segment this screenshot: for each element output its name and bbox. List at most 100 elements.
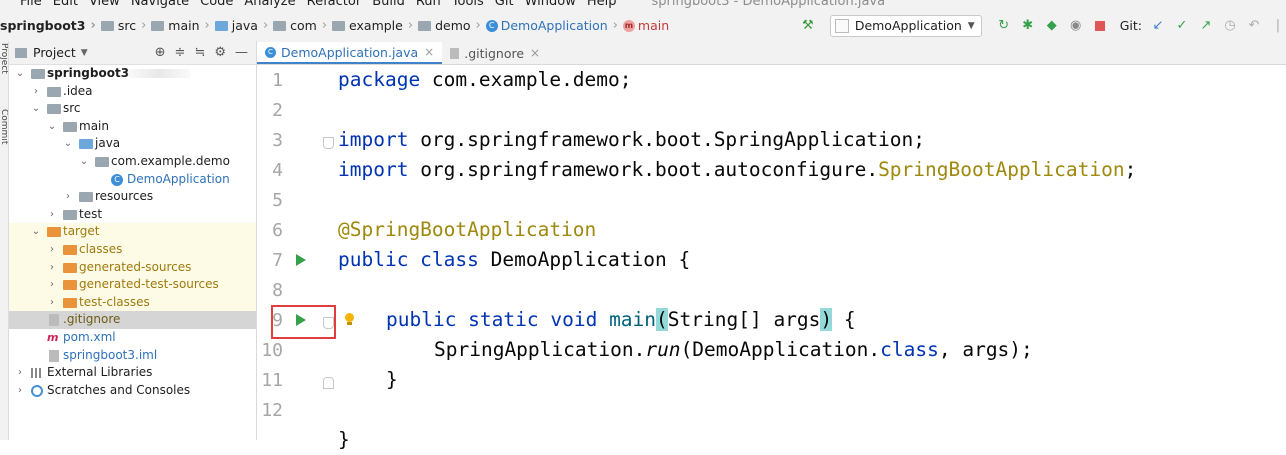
git-update-icon[interactable]: ↙ bbox=[1150, 18, 1166, 34]
profile-icon[interactable]: ◉ bbox=[1068, 18, 1084, 34]
code-area[interactable]: package com.example.demo; import org.spr… bbox=[338, 65, 1286, 451]
stop-icon[interactable] bbox=[1092, 18, 1108, 34]
menu-tools[interactable]: Tools bbox=[452, 0, 484, 9]
expand-all-icon[interactable]: ≑ bbox=[175, 45, 186, 60]
chevron-right-icon[interactable]: › bbox=[15, 364, 25, 382]
fold-icon[interactable] bbox=[323, 137, 334, 149]
toolbar-right: ⚒ DemoApplication ▼ ↻ ✱ ◆ ◉ Git: ↙ ✓ ↗ ◷… bbox=[796, 10, 1286, 41]
chevron-down-icon[interactable]: ⌄ bbox=[31, 223, 41, 241]
chevron-right-icon[interactable]: › bbox=[47, 259, 57, 277]
tree-item-iml[interactable]: springboot3.iml bbox=[9, 347, 256, 365]
git-commit-icon[interactable]: ✓ bbox=[1174, 18, 1190, 34]
menu-window[interactable]: Window bbox=[525, 0, 576, 9]
locate-icon[interactable]: ⊕ bbox=[155, 45, 166, 60]
run-class-icon[interactable] bbox=[296, 254, 306, 266]
crumb-java[interactable]: java › bbox=[214, 18, 273, 33]
tree-item-generated-test-sources[interactable]: › generated-test-sources bbox=[9, 276, 256, 294]
tree-item-springboot3[interactable]: ⌄ springboot3 bbox=[9, 65, 256, 83]
tree-item-generated-sources[interactable]: › generated-sources bbox=[9, 258, 256, 277]
tree-item-target[interactable]: ⌄ target bbox=[9, 223, 256, 241]
tree-label: generated-test-sources bbox=[79, 277, 219, 292]
menu-git[interactable]: Git bbox=[495, 0, 514, 9]
close-icon[interactable]: × bbox=[530, 46, 540, 60]
line-number: 11 bbox=[261, 370, 283, 391]
tree-item-pom[interactable]: m pom.xml bbox=[9, 329, 256, 347]
tree-item-src[interactable]: ⌄ src bbox=[9, 100, 256, 118]
tree-item-test[interactable]: › test bbox=[9, 206, 256, 224]
tree-item-test-classes[interactable]: › test-classes bbox=[9, 293, 256, 312]
tree-item-gitignore[interactable]: .gitignore bbox=[9, 311, 256, 329]
menu-navigate[interactable]: Navigate bbox=[131, 0, 189, 9]
excluded-folder-icon bbox=[63, 244, 77, 255]
tree-label: com.example.demo bbox=[111, 153, 230, 168]
rollback-icon[interactable]: ↶ bbox=[1246, 18, 1262, 34]
scratches-icon bbox=[31, 384, 43, 397]
chevron-right-icon[interactable]: › bbox=[47, 294, 57, 312]
line-number: 4 bbox=[272, 160, 283, 181]
tree-item-resources[interactable]: › resources bbox=[9, 188, 256, 206]
tree-item-java[interactable]: ⌄ java bbox=[9, 135, 256, 153]
commit-tool-tab[interactable]: Commit bbox=[0, 109, 8, 144]
menu-help[interactable]: Help bbox=[587, 0, 617, 9]
chevron-down-icon[interactable]: ⌄ bbox=[15, 65, 25, 83]
debug-icon[interactable]: ✱ bbox=[1020, 18, 1036, 34]
chevron-right-icon[interactable]: › bbox=[47, 206, 57, 224]
chevron-right-icon[interactable]: › bbox=[63, 188, 73, 206]
highlight-box bbox=[271, 305, 336, 339]
chevron-right-icon[interactable]: › bbox=[15, 382, 25, 400]
chevron-right-icon[interactable]: › bbox=[47, 276, 57, 294]
project-panel-title[interactable]: Project bbox=[33, 45, 76, 60]
crumb-project[interactable]: springboot3 › bbox=[0, 18, 101, 33]
tree-item-scratches[interactable]: › Scratches and Consoles bbox=[9, 382, 256, 400]
chevron-right-icon[interactable]: › bbox=[47, 241, 57, 259]
coverage-icon[interactable]: ◆ bbox=[1044, 18, 1060, 34]
crumb-main[interactable]: main › bbox=[151, 18, 214, 33]
chevron-down-icon[interactable]: ▼ bbox=[81, 48, 88, 58]
chevron-down-icon[interactable]: ⌄ bbox=[63, 135, 73, 153]
run-configuration-dropdown[interactable]: DemoApplication ▼ bbox=[829, 14, 982, 37]
chevron-right-icon[interactable]: › bbox=[31, 83, 41, 101]
crumb-method[interactable]: m main bbox=[622, 18, 669, 33]
tree-item-main[interactable]: ⌄ main bbox=[9, 118, 256, 136]
tree-item-classes[interactable]: › classes bbox=[9, 240, 256, 259]
menu-code[interactable]: Code bbox=[200, 0, 233, 9]
tab-label: DemoApplication.java bbox=[281, 44, 419, 60]
menu-view[interactable]: View bbox=[89, 0, 120, 9]
project-panel-header: Project ▼ ⊕ ≑ ≒ ⚙ — bbox=[9, 41, 256, 65]
tab-gitignore[interactable]: .gitignore × bbox=[442, 42, 548, 64]
menu-edit[interactable]: Edit bbox=[53, 0, 78, 9]
menu-run[interactable]: Run bbox=[416, 0, 441, 9]
hide-icon[interactable]: — bbox=[235, 45, 248, 60]
git-push-icon[interactable]: ↗ bbox=[1198, 18, 1214, 34]
more-icon[interactable]: | bbox=[1270, 18, 1286, 34]
crumb-src[interactable]: src › bbox=[100, 18, 151, 33]
menu-refactor[interactable]: Refactor bbox=[307, 0, 362, 9]
history-icon[interactable]: ◷ bbox=[1222, 18, 1238, 34]
tree-item-external-libraries[interactable]: › External Libraries bbox=[9, 364, 256, 382]
tree-label: resources bbox=[95, 189, 154, 204]
tree-item-idea[interactable]: › .idea bbox=[9, 83, 256, 101]
crumb-class[interactable]: C DemoApplication › bbox=[485, 18, 623, 33]
excluded-folder-icon bbox=[63, 280, 77, 291]
tree-item-package[interactable]: ⌄ com.example.demo bbox=[9, 153, 256, 171]
chevron-down-icon[interactable]: ⌄ bbox=[79, 153, 89, 171]
close-icon[interactable]: × bbox=[424, 45, 434, 59]
menu-build[interactable]: Build bbox=[372, 0, 405, 9]
hammer-build-icon[interactable]: ⚒ bbox=[800, 18, 816, 34]
crumb-example[interactable]: example › bbox=[332, 18, 418, 33]
tree-item-demoapplication[interactable]: C DemoApplication bbox=[9, 171, 256, 189]
tree-label: src bbox=[63, 101, 81, 116]
fold-icon[interactable] bbox=[323, 377, 334, 389]
gear-icon[interactable]: ⚙ bbox=[214, 45, 226, 60]
tab-demoapplication[interactable]: C DemoApplication.java × bbox=[257, 42, 443, 64]
menu-analyze[interactable]: Analyze bbox=[244, 0, 295, 9]
collapse-all-icon[interactable]: ≒ bbox=[194, 45, 205, 60]
chevron-down-icon[interactable]: ⌄ bbox=[31, 100, 41, 118]
chevron-down-icon[interactable]: ⌄ bbox=[47, 118, 57, 136]
crumb-demo[interactable]: demo › bbox=[418, 18, 486, 33]
menu-file[interactable]: File bbox=[20, 0, 42, 9]
rerun-icon[interactable]: ↻ bbox=[996, 18, 1012, 34]
file-icon bbox=[450, 47, 460, 59]
project-tool-tab[interactable]: Project bbox=[0, 43, 8, 74]
crumb-com[interactable]: com › bbox=[273, 18, 332, 33]
